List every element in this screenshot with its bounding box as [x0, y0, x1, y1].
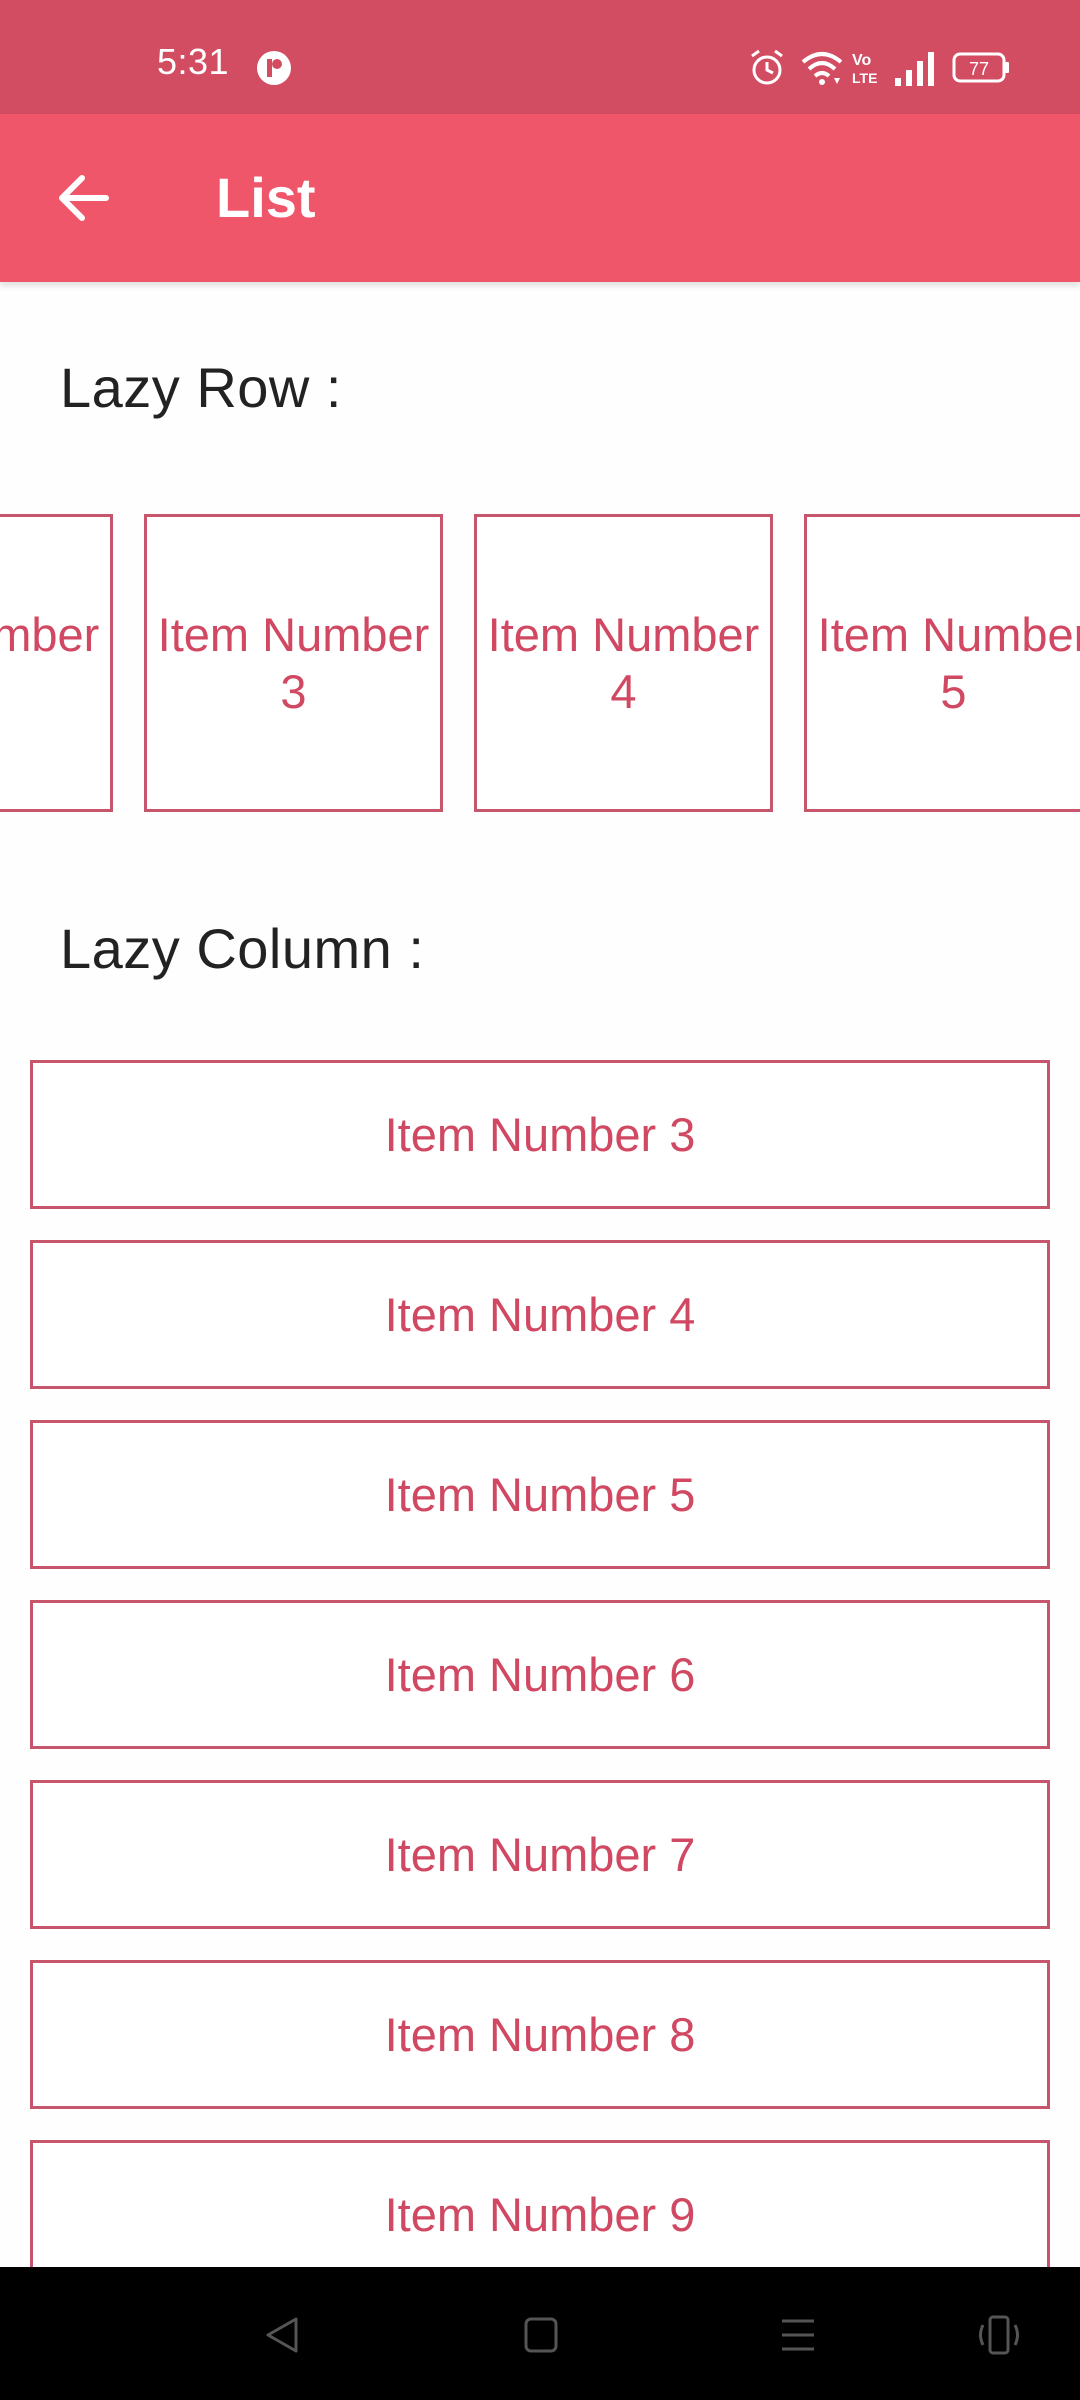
app-bar: List	[0, 114, 1080, 282]
lazy-column-heading: Lazy Column :	[60, 917, 425, 980]
svg-text:Vo: Vo	[852, 52, 871, 69]
lazy-row-heading: Lazy Row :	[60, 356, 342, 419]
column-item[interactable]: Item Number 7	[30, 1780, 1050, 1929]
volte-icon: Vo LTE	[852, 52, 877, 86]
row-item[interactable]: Item Number 3	[144, 514, 443, 812]
back-nav-icon[interactable]	[262, 2311, 302, 2359]
column-item[interactable]: Item Number 8	[30, 1960, 1050, 2109]
system-nav-bar	[0, 2267, 1080, 2400]
alarm-icon	[751, 49, 783, 85]
signal-icon	[895, 52, 934, 86]
lazy-column[interactable]: Item Number 3 Item Number 4 Item Number …	[0, 1060, 1080, 2267]
svg-text:LTE: LTE	[852, 70, 877, 86]
battery-level: 77	[969, 59, 989, 79]
arrow-back-icon[interactable]	[54, 170, 112, 226]
home-nav-icon[interactable]	[521, 2311, 561, 2359]
recents-nav-icon[interactable]	[778, 2311, 818, 2359]
wifi-icon	[801, 52, 843, 85]
column-item[interactable]: Item Number 4	[30, 1240, 1050, 1389]
app-notification-icon	[257, 51, 291, 85]
rotate-nav-icon[interactable]	[975, 2311, 1023, 2359]
row-item[interactable]: Item Number 5	[804, 514, 1080, 812]
column-item[interactable]: Item Number 6	[30, 1600, 1050, 1749]
status-time: 5:31	[157, 41, 230, 82]
page-title: List	[216, 166, 316, 229]
row-item[interactable]: Item Number 4	[474, 514, 773, 812]
battery-icon: 77	[952, 52, 1009, 83]
column-item[interactable]: Item Number 9	[30, 2140, 1050, 2267]
row-item[interactable]: Item Number2	[0, 514, 113, 812]
status-bar: 5:31 Vo LTE 77	[0, 0, 1080, 114]
column-item[interactable]: Item Number 5	[30, 1420, 1050, 1569]
lazy-row[interactable]: Item Number2 Item Number3 Item Number4 I…	[0, 514, 1080, 814]
column-item[interactable]: Item Number 3	[30, 1060, 1050, 1209]
